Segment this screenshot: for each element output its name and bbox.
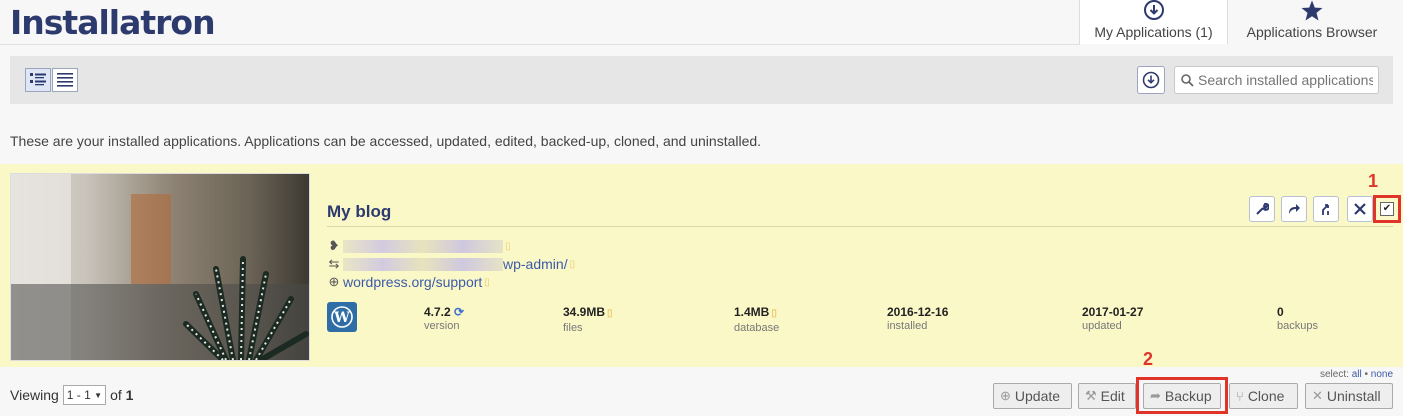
search-icon <box>1181 73 1194 87</box>
search-box[interactable] <box>1174 66 1379 94</box>
backup-highlight <box>1136 377 1228 414</box>
edit-label: Edit <box>1100 388 1125 404</box>
app-row[interactable]: My blog 1 ✔ ❥ ▯ ⇆ wp-admin/ ▯ ⊕ wordpres… <box>0 164 1403 367</box>
site-url-row[interactable]: ❥ ▯ <box>327 237 511 255</box>
stat-files: 34.9MB ▯ files <box>563 305 613 335</box>
external-link-icon: ▯ <box>505 240 511 252</box>
wrench-icon <box>1256 202 1269 215</box>
header-divider <box>0 44 1080 45</box>
chevron-down-icon: ▼ <box>94 390 103 400</box>
database-label: database <box>734 322 780 334</box>
select-none-link[interactable]: none <box>1371 369 1393 380</box>
stat-installed: 2016-12-16 installed <box>887 305 948 333</box>
clone-button[interactable]: ⑂ Clone <box>1229 383 1298 409</box>
installed-value: 2016-12-16 <box>887 305 949 319</box>
wordpress-logo-icon: W <box>327 302 357 332</box>
redacted-url <box>343 239 503 253</box>
viewing-label: Viewing <box>10 387 59 403</box>
title-divider <box>327 226 1393 227</box>
external-link-icon: ▯ <box>484 276 490 288</box>
stat-version: 4.7.2 ⟳ version <box>424 305 464 333</box>
support-link[interactable]: wordpress.org/support <box>343 274 482 290</box>
clone-label: Clone <box>1247 388 1285 404</box>
installatron-logo: Installatron <box>10 3 216 42</box>
admin-url-row[interactable]: ⇆ wp-admin/ ▯ <box>327 255 576 273</box>
version-value: 4.7.2 <box>424 305 451 319</box>
total-count: 1 <box>125 387 134 403</box>
update-button[interactable]: ⊕ Update <box>993 383 1072 409</box>
external-link-icon[interactable]: ▯ <box>607 308 613 319</box>
updated-value: 2017-01-27 <box>1082 305 1144 319</box>
download-circle-icon: ⊕ <box>1000 388 1011 403</box>
select-all-link[interactable]: all <box>1352 369 1362 380</box>
uninstall-label: Uninstall <box>1326 388 1381 404</box>
share-arrow-icon <box>1289 204 1300 214</box>
home-icon: ❥ <box>328 238 340 253</box>
select-separator: • <box>1364 369 1368 380</box>
support-url-row[interactable]: ⊕ wordpress.org/support ▯ <box>327 273 490 291</box>
edit-action-button[interactable] <box>1249 196 1275 222</box>
annotation-number-1: 1 <box>1368 171 1379 191</box>
external-link-icon[interactable]: ▯ <box>771 308 777 319</box>
backups-label: backups <box>1277 320 1318 332</box>
import-button[interactable] <box>1137 66 1165 94</box>
files-value: 34.9MB <box>563 305 606 319</box>
edit-button[interactable]: ⚒ Edit <box>1078 383 1136 409</box>
uninstall-action-button[interactable] <box>1347 196 1373 222</box>
close-icon <box>1354 203 1366 215</box>
pagination: Viewing 1 - 1 ▼ of 1 <box>10 385 133 405</box>
download-circle-icon <box>1143 0 1164 20</box>
download-circle-icon <box>1142 71 1160 89</box>
tab-my-applications[interactable]: My Applications (1) <box>1079 0 1228 44</box>
page-range-select[interactable]: 1 - 1 ▼ <box>62 385 107 405</box>
tab-applications-browser[interactable]: Applications Browser <box>1229 0 1395 44</box>
globe-icon: ⊕ <box>328 274 340 289</box>
refresh-icon[interactable]: ⟳ <box>454 305 464 319</box>
select-checkbox[interactable]: ✔ <box>1373 195 1401 223</box>
tab-my-applications-label: My Applications (1) <box>1094 24 1213 40</box>
list-detail-icon <box>30 73 46 86</box>
database-value: 1.4MB <box>734 305 770 319</box>
wrench-icon: ⚒ <box>1085 388 1097 403</box>
annotation-number-2: 2 <box>1143 349 1154 369</box>
uninstall-button[interactable]: ✕ Uninstall <box>1305 383 1393 409</box>
list-compact-icon <box>57 73 73 87</box>
stat-backups: 0 backups <box>1277 305 1318 333</box>
fork-icon <box>1322 204 1329 215</box>
search-input[interactable] <box>1194 72 1373 88</box>
of-label: of <box>110 387 122 403</box>
backup-action-button[interactable] <box>1281 196 1307 222</box>
select-links: select: all • none <box>1320 369 1393 380</box>
login-icon: ⇆ <box>328 256 340 271</box>
toolbar <box>10 56 1393 104</box>
fork-icon: ⑂ <box>1236 388 1244 404</box>
app-screenshot[interactable] <box>10 173 310 361</box>
page-range-value: 1 - 1 <box>66 388 91 402</box>
app-title[interactable]: My blog <box>327 202 391 222</box>
update-label: Update <box>1014 388 1061 404</box>
view-detailed-button[interactable] <box>25 68 51 92</box>
stat-database: 1.4MB ▯ database <box>734 305 779 335</box>
clone-action-button[interactable] <box>1313 196 1339 222</box>
backups-value: 0 <box>1277 305 1284 319</box>
star-icon <box>1301 0 1323 21</box>
admin-link[interactable]: wp-admin/ <box>503 256 568 272</box>
installed-label: installed <box>887 320 928 332</box>
version-label: version <box>424 320 460 332</box>
close-icon: ✕ <box>1312 388 1323 403</box>
redacted-admin-url <box>343 257 503 271</box>
svg-text:W: W <box>333 310 350 326</box>
checkmark-icon: ✔ <box>1380 202 1394 216</box>
select-label: select: <box>1320 369 1349 380</box>
updated-label: updated <box>1082 320 1122 332</box>
stat-updated: 2017-01-27 updated <box>1082 305 1143 333</box>
tab-applications-browser-label: Applications Browser <box>1246 24 1378 40</box>
files-label: files <box>563 322 583 334</box>
external-link-icon: ▯ <box>569 258 576 270</box>
screenshot-image <box>11 174 309 360</box>
intro-text: These are your installed applications. A… <box>10 133 762 149</box>
view-compact-button[interactable] <box>52 68 78 92</box>
